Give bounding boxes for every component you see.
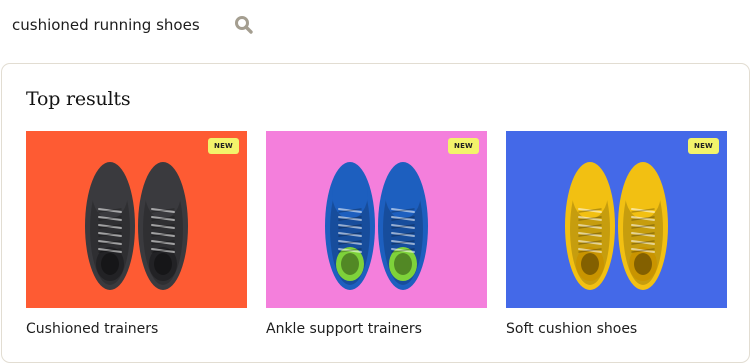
card-label[interactable]: Cushioned trainers [26, 321, 158, 337]
shoe [565, 162, 615, 290]
image-background [26, 131, 247, 308]
card-label[interactable]: Soft cushion shoes [506, 321, 637, 337]
shoe-pair-image [266, 131, 487, 308]
search-bar [12, 13, 253, 37]
image-background [506, 131, 727, 308]
shoe [325, 162, 375, 290]
new-badge: NEW [448, 138, 479, 154]
new-badge: NEW [688, 138, 719, 154]
search-icon[interactable] [234, 15, 254, 35]
shoe-pair-image [506, 131, 727, 308]
shoe [618, 162, 668, 290]
shoe [85, 162, 135, 290]
product-image[interactable]: NEW [26, 131, 247, 308]
panel-title: Top results [26, 88, 131, 110]
shoe [378, 162, 428, 290]
card-label[interactable]: Ankle support trainers [266, 321, 422, 337]
search-input[interactable] [12, 16, 227, 34]
image-background [266, 131, 487, 308]
result-card-cushioned-trainers[interactable]: NEW Cushioned trainers [26, 131, 247, 337]
top-results-panel: Top results NEW Cushioned trainers NEW A… [1, 63, 750, 363]
product-image[interactable]: NEW [266, 131, 487, 308]
new-badge: NEW [208, 138, 239, 154]
result-card-ankle-support-trainers[interactable]: NEW Ankle support trainers [266, 131, 487, 337]
shoe-pair-image [26, 131, 247, 308]
shoe [138, 162, 188, 290]
product-image[interactable]: NEW [506, 131, 727, 308]
result-card-soft-cushion-shoes[interactable]: NEW Soft cushion shoes [506, 131, 727, 337]
